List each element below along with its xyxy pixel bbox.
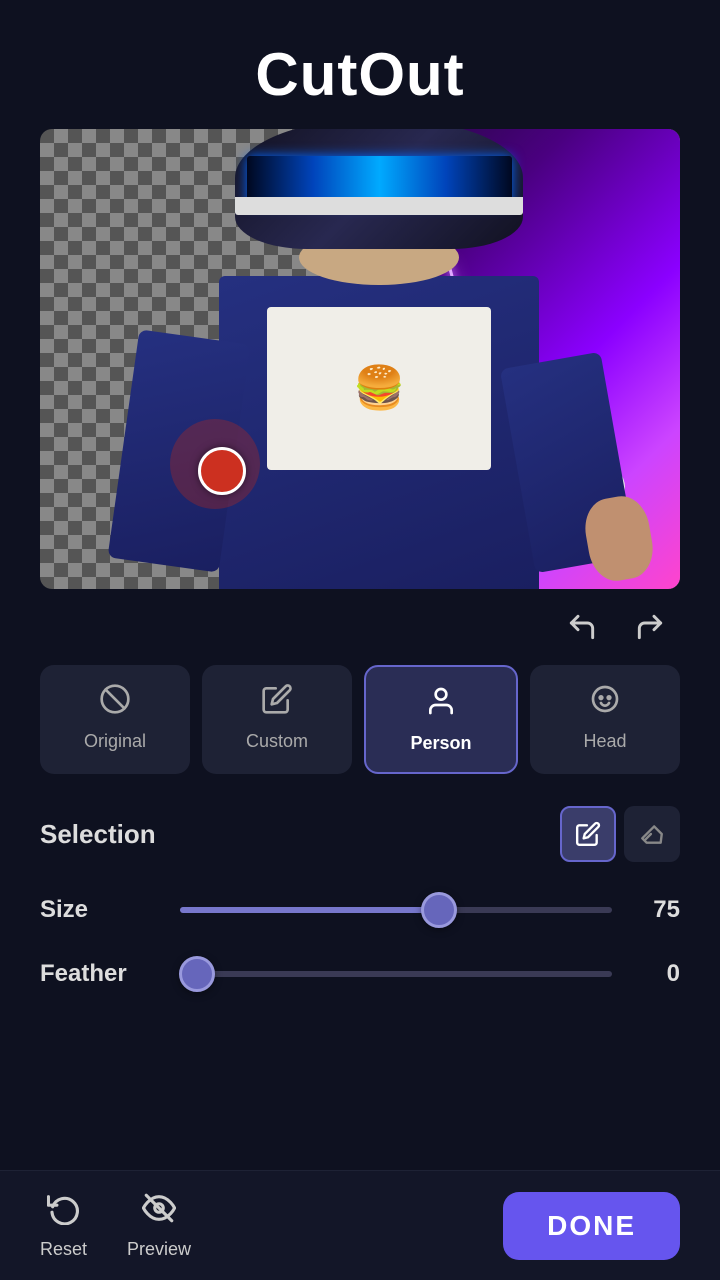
custom-icon [261, 683, 293, 721]
shirt: 🍔 [219, 276, 539, 589]
brush-cursor[interactable] [198, 447, 246, 495]
selection-row: Selection [0, 794, 720, 886]
custom-label: Custom [246, 731, 308, 752]
eraser-icon [639, 821, 665, 847]
selection-label: Selection [40, 819, 156, 850]
bottom-actions: Reset Preview [40, 1191, 191, 1260]
bottom-bar: Reset Preview DONE [0, 1170, 720, 1280]
preview-label: Preview [127, 1239, 191, 1260]
feather-slider-track[interactable] [180, 971, 612, 977]
head-icon [589, 683, 621, 721]
size-slider-row: Size 75 [0, 886, 720, 934]
undo-redo-toolbar [0, 589, 720, 657]
feather-slider-thumb[interactable] [179, 956, 215, 992]
person-icon [425, 685, 457, 723]
size-slider-track[interactable] [180, 907, 612, 913]
mode-btn-head[interactable]: Head [530, 665, 680, 774]
pen-tool-button[interactable] [560, 806, 616, 862]
reset-button[interactable]: Reset [40, 1191, 87, 1260]
feather-slider-row: Feather 0 [0, 950, 720, 998]
feather-value: 0 [632, 960, 680, 988]
preview-button[interactable]: Preview [127, 1191, 191, 1260]
done-button[interactable]: DONE [503, 1192, 680, 1260]
original-icon [99, 683, 131, 721]
size-value: 75 [632, 896, 680, 924]
size-slider-fill [180, 907, 439, 913]
vr-helmet [235, 129, 523, 249]
shirt-graphic: 🍔 [267, 307, 491, 470]
size-label: Size [40, 896, 160, 924]
person-label: Person [410, 733, 471, 754]
reset-label: Reset [40, 1239, 87, 1260]
redo-icon [634, 611, 666, 643]
mode-selector: Original Custom Person [0, 657, 720, 794]
undo-button[interactable] [560, 605, 604, 649]
redo-button[interactable] [628, 605, 672, 649]
original-label: Original [84, 731, 146, 752]
selection-tools [560, 806, 680, 862]
app-title: CutOut [255, 41, 464, 108]
size-slider-thumb[interactable] [421, 892, 457, 928]
header: CutOut [0, 0, 720, 129]
reset-icon [47, 1191, 81, 1233]
person-figure: 🍔 [219, 129, 539, 589]
undo-icon [566, 611, 598, 643]
mode-btn-custom[interactable]: Custom [202, 665, 352, 774]
mode-btn-original[interactable]: Original [40, 665, 190, 774]
preview-icon [142, 1191, 176, 1233]
pen-icon [575, 821, 601, 847]
head-label: Head [583, 731, 626, 752]
feather-label: Feather [40, 960, 160, 988]
erase-tool-button[interactable] [624, 806, 680, 862]
canvas-area[interactable]: 🍔 [40, 129, 680, 589]
mode-btn-person[interactable]: Person [364, 665, 518, 774]
helmet-band [235, 197, 523, 215]
